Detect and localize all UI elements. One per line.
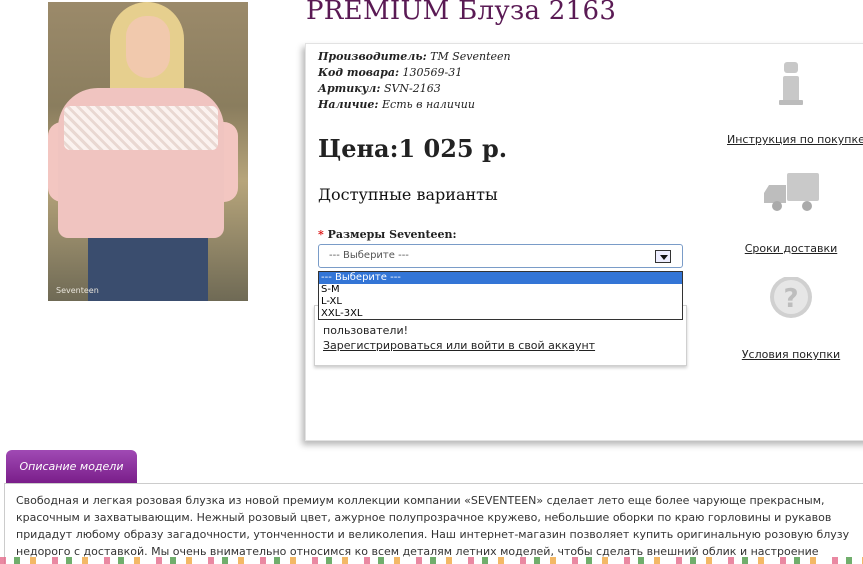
description-text: Свободная и легкая розовая блузка из нов…: [16, 494, 850, 564]
product-title: PREMIUM Блуза 2163: [306, 0, 617, 26]
photo-lace: [64, 106, 218, 150]
sidebar-item-instructions[interactable]: Инструкция по покупке: [727, 62, 863, 146]
dropdown-option[interactable]: XXL-3XL: [319, 308, 682, 320]
info-row-article: Артикул: SVN-2163: [318, 81, 511, 97]
truck-icon: [764, 173, 819, 211]
product-info: Производитель: TM Seventeen Код товара: …: [318, 49, 511, 113]
info-row-code: Код товара: 130569-31: [318, 65, 511, 81]
info-key: Производитель:: [318, 50, 427, 63]
sidebar-item-delivery[interactable]: Сроки доставки: [727, 171, 855, 255]
photo-face: [126, 16, 170, 78]
info-key: Код товара:: [318, 66, 400, 79]
info-value: TM Seventeen: [430, 50, 511, 63]
dropdown-option[interactable]: --- Выберите ---: [319, 272, 682, 284]
product-photo[interactable]: Seventeen: [48, 2, 248, 301]
chevron-down-icon[interactable]: [655, 250, 671, 263]
sidebar-item-label[interactable]: Условия покупки: [727, 348, 855, 361]
info-row-availability: Наличие: Есть в наличии: [318, 97, 511, 113]
required-marker: *: [318, 228, 324, 241]
svg-text:?: ?: [783, 284, 798, 314]
decorative-border: [0, 557, 863, 564]
photo-jeans: [88, 238, 208, 301]
info-value: 130569-31: [402, 66, 463, 79]
photo-watermark: Seventeen: [56, 286, 99, 295]
info-value: SVN-2163: [383, 82, 441, 95]
info-value: Есть в наличии: [382, 98, 475, 111]
register-login-link[interactable]: Зарегистрироваться или войти в свой акка…: [323, 338, 678, 353]
dropdown-option[interactable]: L-XL: [319, 296, 682, 308]
dropdown-option[interactable]: S-M: [319, 284, 682, 296]
info-key: Артикул:: [318, 82, 381, 95]
size-label-text: Размеры Seventeen:: [327, 228, 457, 241]
size-select-value: --- Выберите ---: [329, 250, 409, 261]
info-key: Наличие:: [318, 98, 379, 111]
product-price: Цена:1 025 р.: [318, 134, 508, 163]
size-label: * Размеры Seventeen:: [318, 228, 457, 241]
info-row-manufacturer: Производитель: TM Seventeen: [318, 49, 511, 65]
size-select[interactable]: --- Выберите ---: [318, 244, 683, 268]
sidebar-item-label[interactable]: Сроки доставки: [727, 242, 855, 255]
sidebar-item-label[interactable]: Инструкция по покупке: [727, 133, 863, 146]
variants-heading: Доступные варианты: [318, 185, 498, 204]
tab-description[interactable]: Описание модели: [6, 450, 137, 483]
info-icon: [779, 62, 803, 105]
size-dropdown-list[interactable]: --- Выберите --- S-M L-XL XXL-3XL: [318, 271, 683, 320]
question-icon: ?: [770, 276, 812, 318]
notice-text: пользователи!: [323, 324, 409, 337]
sidebar-item-terms[interactable]: ? Условия покупки: [727, 276, 855, 361]
